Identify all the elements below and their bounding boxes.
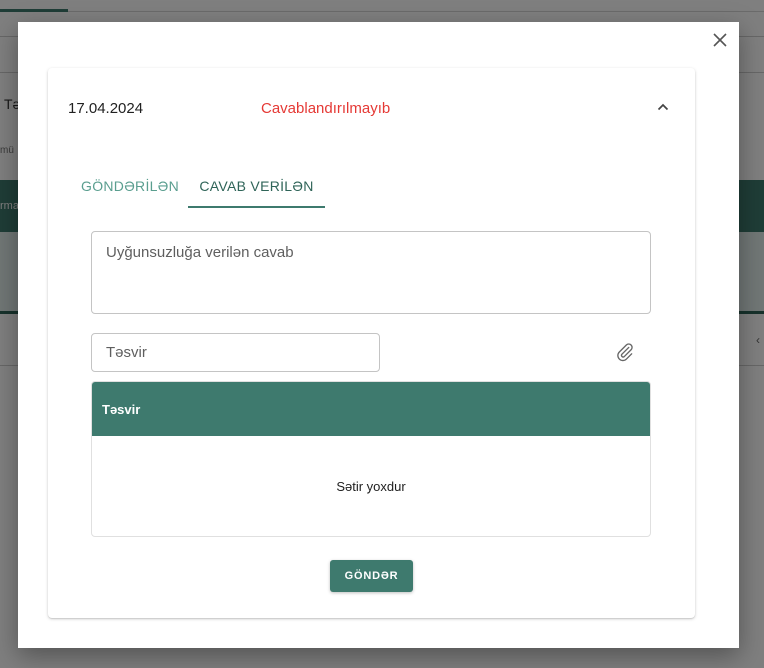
accordion-status: Cavablandırılmayıb [261, 100, 391, 117]
table-header: Təsvir [92, 382, 650, 436]
tab-replied[interactable]: CAVAB VERİLƏN [188, 164, 325, 208]
reply-textarea[interactable] [92, 232, 650, 313]
close-icon [713, 33, 727, 47]
description-field [91, 333, 380, 372]
modal-dialog: 17.04.2024 Cavablandırılmayıb GÖNDƏRİLƏN… [18, 22, 739, 648]
send-button[interactable]: GÖNDƏR [330, 560, 413, 592]
description-input[interactable] [92, 334, 379, 371]
accordion-card: 17.04.2024 Cavablandırılmayıb GÖNDƏRİLƏN… [48, 68, 695, 618]
table-empty-message: Sətir yoxdur [336, 478, 406, 494]
chevron-up-icon[interactable] [654, 98, 672, 116]
reply-field [91, 231, 651, 314]
paperclip-icon [617, 343, 633, 362]
attach-button[interactable] [612, 339, 638, 365]
accordion-date: 17.04.2024 [68, 100, 144, 117]
close-button[interactable] [708, 28, 732, 52]
table-column-description: Təsvir [102, 401, 141, 417]
tab-active-indicator [188, 206, 325, 208]
accordion-header[interactable]: 17.04.2024 Cavablandırılmayıb [48, 68, 695, 148]
tab-sent[interactable]: GÖNDƏRİLƏN [72, 164, 188, 208]
attachments-table: Təsvir Sətir yoxdur [91, 381, 651, 537]
